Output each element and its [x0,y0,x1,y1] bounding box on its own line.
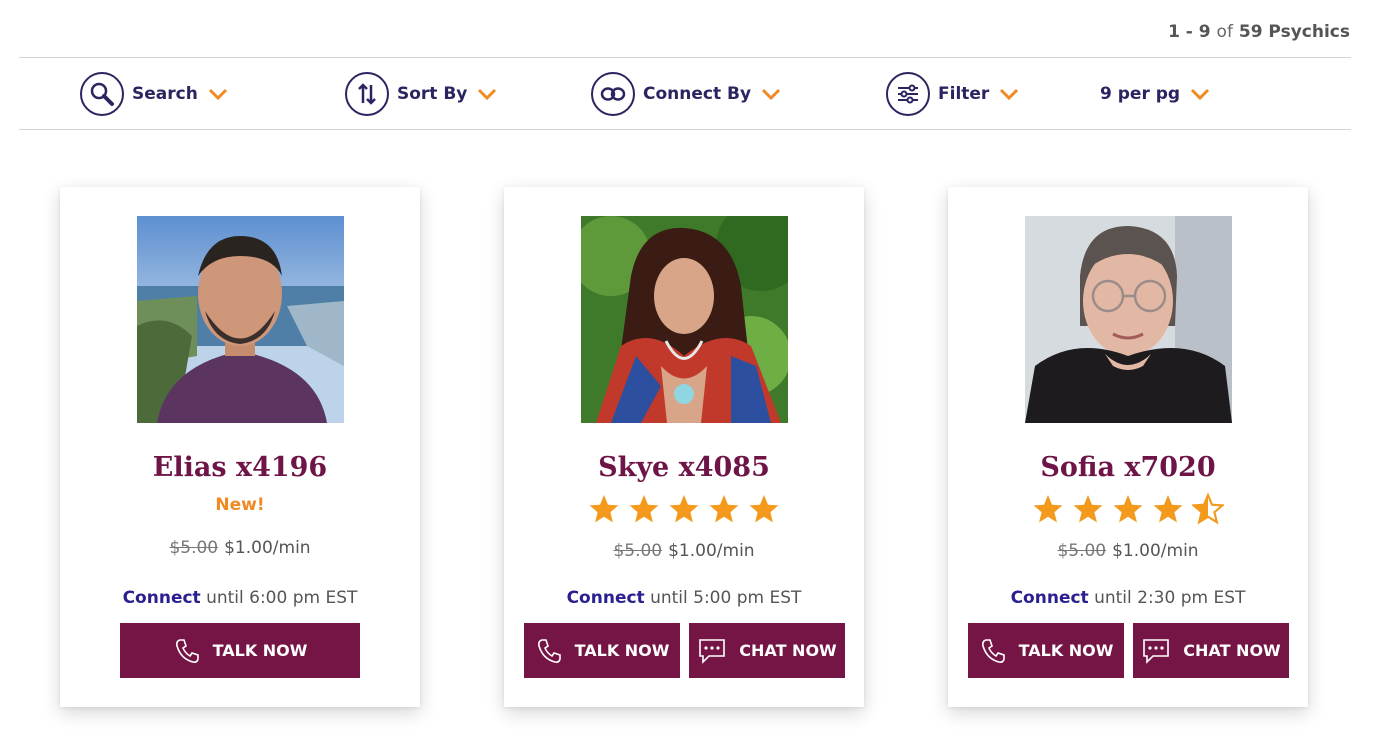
psychic-photo[interactable] [137,216,344,423]
chat-now-label: CHAT NOW [1183,641,1281,660]
chat-icon [699,638,726,664]
availability: Connect until 2:30 pm EST [948,588,1308,608]
current-price: $1.00/min [224,538,311,558]
talk-now-label: TALK NOW [1018,641,1114,660]
availability-text: until 5:00 pm EST [650,588,802,608]
search-icon [80,72,124,116]
sort-icon [345,72,389,116]
availability: Connect until 5:00 pm EST [504,588,864,608]
toolbar: Search Sort By Connect By Filter 9 per p… [19,57,1351,130]
availability-text: until 2:30 pm EST [1094,588,1246,608]
results-of: of [1216,22,1233,42]
talk-now-button[interactable]: TALK NOW [968,623,1124,678]
star-icon [1073,495,1103,523]
chevron-down-icon [208,88,227,100]
psychic-name[interactable]: Skye x4085 [504,452,864,483]
filter-label: Filter [938,84,990,104]
chat-now-label: CHAT NOW [739,641,837,660]
search-label: Search [132,84,198,104]
sort-dropdown[interactable]: Sort By [345,72,497,116]
star-icon [589,495,619,523]
connect-by-dropdown[interactable]: Connect By [591,72,781,116]
chevron-down-icon [478,88,497,100]
talk-now-button[interactable]: TALK NOW [120,623,360,678]
current-price: $1.00/min [1112,541,1199,561]
connect-by-label: Connect By [643,84,752,104]
psychic-photo[interactable] [581,216,788,423]
psychic-card: Elias x4196 New! $5.00 $1.00/min Connect … [60,187,420,707]
current-price: $1.00/min [668,541,755,561]
psychic-card: Skye x4085 $5.00 $1.00/min Connect until … [504,187,864,707]
old-price: $5.00 [1057,541,1107,561]
star-icon [749,495,779,523]
connect-label: Connect [1010,588,1089,608]
star-icon [1033,495,1063,523]
star-icon [629,495,659,523]
connect-label: Connect [566,588,645,608]
new-badge: New! [215,495,265,515]
talk-now-label: TALK NOW [212,641,308,660]
star-icon [1153,495,1183,523]
chat-now-button[interactable]: CHAT NOW [689,623,845,678]
chat-now-button[interactable]: CHAT NOW [1133,623,1289,678]
results-count: 1 - 9 of 59 Psychics [1168,22,1350,42]
psychic-name[interactable]: Sofia x7020 [948,452,1308,483]
availability-text: until 6:00 pm EST [206,588,358,608]
star-icon [709,495,739,523]
availability: Connect until 6:00 pm EST [60,588,420,608]
chevron-down-icon [762,88,781,100]
price: $5.00 $1.00/min [948,541,1308,561]
talk-now-button[interactable]: TALK NOW [524,623,680,678]
chevron-down-icon [1191,88,1210,100]
old-price: $5.00 [169,538,219,558]
star-icon [669,495,699,523]
phone-icon [537,638,561,663]
connect-label: Connect [122,588,201,608]
chevron-down-icon [1000,88,1019,100]
psychic-photo[interactable] [1025,216,1232,423]
star-rating [504,493,864,525]
chat-icon [1143,638,1170,664]
per-page-label: 9 per pg [1100,84,1181,104]
sort-label: Sort By [397,84,468,104]
talk-now-label: TALK NOW [574,641,670,660]
old-price: $5.00 [613,541,663,561]
per-page-dropdown[interactable]: 9 per pg [1100,72,1210,116]
star-rating [948,493,1308,525]
results-total: 59 Psychics [1238,22,1350,42]
filter-dropdown[interactable]: Filter [886,72,1019,116]
psychic-name[interactable]: Elias x4196 [60,452,420,483]
phone-icon [175,638,199,663]
psychic-card: Sofia x7020 $5.00 $1.00/min Connect until… [948,187,1308,707]
price: $5.00 $1.00/min [504,541,864,561]
results-range: 1 - 9 [1168,22,1211,42]
search-dropdown[interactable]: Search [80,72,228,116]
half-star-icon [1192,493,1224,525]
sliders-icon [886,72,930,116]
star-icon [1113,495,1143,523]
infinity-icon [591,72,635,116]
price: $5.00 $1.00/min [60,538,420,558]
phone-icon [981,638,1005,663]
